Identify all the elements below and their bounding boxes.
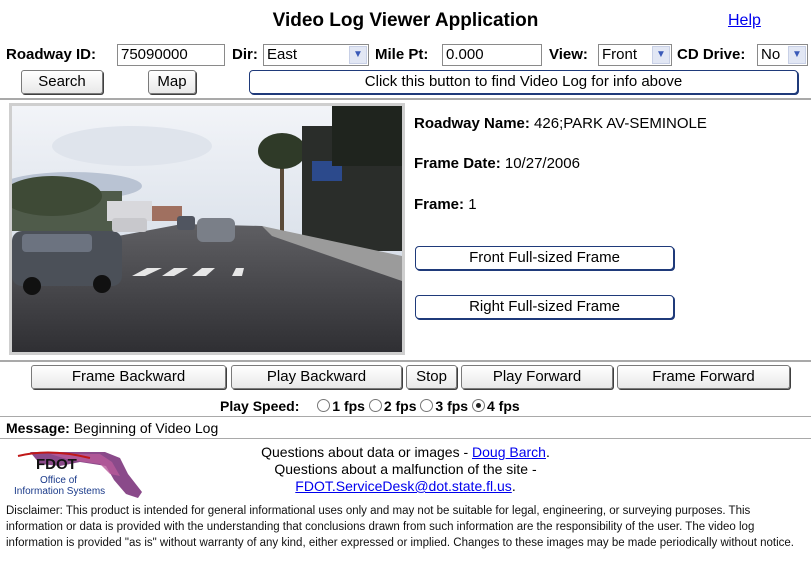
message-line: Message: Beginning of Video Log — [6, 420, 218, 436]
view-label: View: — [549, 46, 588, 63]
cd-drive-label: CD Drive: — [677, 46, 746, 63]
contact-line-1-suffix: . — [545, 444, 550, 460]
speed-option-2[interactable]: 2 fps — [368, 398, 417, 414]
divider — [0, 360, 811, 362]
frame-date: Frame Date: 10/27/2006 — [414, 155, 580, 172]
dir-select-value: East — [267, 46, 298, 63]
speed-option-3[interactable]: 3 fps — [420, 398, 468, 414]
message-text: Beginning of Video Log — [73, 420, 219, 436]
frame-number-label: Frame: — [414, 196, 465, 213]
right-full-sized-frame-button[interactable]: Right Full-sized Frame — [415, 295, 674, 319]
search-button[interactable]: Search — [21, 70, 103, 94]
cd-drive-select[interactable]: No ▼ — [757, 44, 808, 66]
search-parameters: Roadway ID: 75090000 Dir: East ▼ Mile Pt… — [0, 41, 811, 69]
frame-number-value: 1 — [468, 196, 477, 213]
radio-icon — [420, 399, 434, 412]
video-frame — [9, 103, 405, 355]
front-full-sized-frame-button[interactable]: Front Full-sized Frame — [415, 246, 674, 270]
radio-icon — [368, 399, 382, 412]
speed-option-1[interactable]: 1 fps — [317, 398, 365, 414]
play-speed-label: Play Speed: — [220, 398, 300, 414]
frame-date-value: 10/27/2006 — [504, 155, 580, 172]
dir-label: Dir: — [232, 46, 258, 63]
roadway-id-input[interactable]: 75090000 — [117, 44, 225, 66]
service-desk-email-link[interactable]: FDOT.ServiceDesk@dot.state.fl.us — [295, 478, 512, 494]
frame-date-label: Frame Date: — [414, 155, 501, 172]
play-speed: Play Speed: 1 fps 2 fps 3 fps 4 fps — [220, 398, 520, 414]
play-backward-button[interactable]: Play Backward — [231, 365, 402, 389]
doug-barch-link[interactable]: Doug Barch — [472, 444, 546, 460]
contact-line-1-text: Questions about data or images - — [261, 444, 473, 460]
roadway-name-label: Roadway Name: — [414, 115, 530, 132]
mile-pt-input[interactable]: 0.000 — [442, 44, 542, 66]
view-select-value: Front — [602, 46, 638, 63]
find-video-log-button[interactable]: Click this button to find Video Log for … — [249, 70, 798, 94]
roadway-id-label: Roadway ID: — [6, 46, 97, 63]
play-forward-button[interactable]: Play Forward — [461, 365, 613, 389]
help-link[interactable]: Help — [728, 12, 761, 30]
chevron-down-icon: ▼ — [349, 46, 367, 64]
speed-option-4[interactable]: 4 fps — [472, 398, 520, 414]
divider — [0, 416, 811, 417]
radio-icon — [317, 399, 331, 412]
divider — [0, 98, 811, 100]
contact-line-3: FDOT.ServiceDesk@dot.state.fl.us. — [0, 478, 811, 495]
cd-drive-select-value: No — [761, 46, 781, 63]
mile-pt-label: Mile Pt: — [375, 46, 429, 63]
frame-backward-button[interactable]: Frame Backward — [31, 365, 226, 389]
stop-button[interactable]: Stop — [406, 365, 457, 389]
frame-number: Frame: 1 — [414, 196, 477, 213]
contact-line-1: Questions about data or images - Doug Ba… — [0, 444, 811, 461]
dir-select[interactable]: East ▼ — [263, 44, 369, 66]
street-scene-image — [12, 106, 402, 352]
map-button[interactable]: Map — [148, 70, 196, 94]
chevron-down-icon: ▼ — [788, 46, 806, 64]
title-bar: Video Log Viewer Application Help — [0, 0, 811, 40]
contact-line-2: Questions about a malfunction of the sit… — [274, 461, 537, 477]
view-select[interactable]: Front ▼ — [598, 44, 672, 66]
contact-line-3-suffix: . — [511, 478, 516, 494]
frame-forward-button[interactable]: Frame Forward — [617, 365, 790, 389]
roadway-name: Roadway Name: 426;PARK AV-SEMINOLE — [414, 115, 707, 132]
contact-info: Questions about data or images - Doug Ba… — [0, 444, 811, 495]
divider — [0, 438, 811, 439]
radio-selected-icon — [472, 399, 485, 412]
roadway-name-value: 426;PARK AV-SEMINOLE — [534, 115, 707, 132]
disclaimer: Disclaimer: This product is intended for… — [6, 505, 795, 549]
message-label: Message: — [6, 420, 70, 436]
chevron-down-icon: ▼ — [652, 46, 670, 64]
page-title: Video Log Viewer Application — [272, 10, 539, 31]
